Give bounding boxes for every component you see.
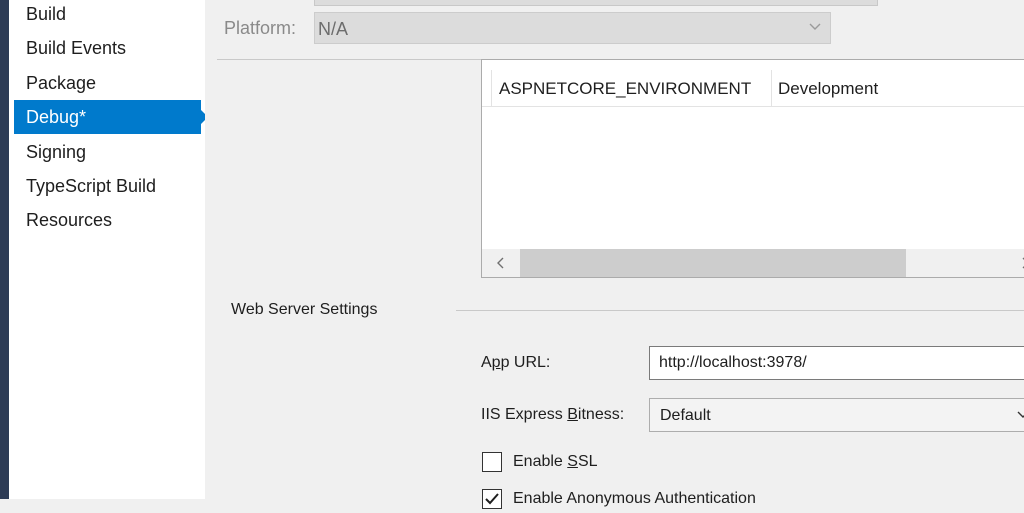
sidebar-item-typescript-build[interactable]: TypeScript Build [14, 169, 201, 203]
property-pages-sidebar: Build Build Events Package Debug* Signin… [9, 0, 208, 499]
platform-label: Platform: [224, 18, 297, 38]
environment-variables-grid: ASPNETCORE_ENVIRONMENT Development [481, 59, 1024, 278]
enable-ssl-checkbox[interactable] [482, 452, 502, 472]
app-url-field[interactable] [649, 346, 1024, 380]
app-url-input[interactable] [650, 347, 1024, 379]
section-divider [456, 310, 1024, 311]
app-url-label: App URL: [481, 354, 551, 371]
horizontal-scrollbar[interactable] [482, 249, 1024, 277]
enable-anonymous-auth-checkbox[interactable] [482, 489, 502, 509]
chevron-down-icon [808, 19, 822, 38]
sidebar-item-build-events[interactable]: Build Events [14, 31, 201, 65]
iis-express-bitness-select[interactable]: Default [649, 398, 1024, 432]
chevron-right-icon[interactable] [1020, 256, 1024, 275]
enable-ssl-label[interactable]: Enable SSL [513, 453, 598, 471]
column-separator [771, 70, 772, 106]
sidebar-item-resources[interactable]: Resources [14, 203, 201, 237]
platform-select: N/A [314, 12, 831, 44]
sidebar-item-signing[interactable]: Signing [14, 135, 201, 169]
checkmark-icon [485, 493, 499, 505]
platform-value: N/A [318, 19, 349, 39]
env-var-name-cell[interactable]: ASPNETCORE_ENVIRONMENT [499, 79, 751, 99]
env-var-value-cell[interactable]: Development [778, 79, 878, 99]
scrollbar-thumb[interactable] [520, 249, 906, 277]
sidebar-item-build[interactable]: Build [14, 0, 201, 31]
window-edge [0, 0, 9, 499]
chevron-left-icon[interactable] [496, 256, 506, 275]
table-row[interactable]: ASPNETCORE_ENVIRONMENT Development [482, 70, 1024, 107]
iis-express-bitness-label: IIS Express Bitness: [481, 406, 625, 423]
enable-anonymous-auth-label[interactable]: Enable Anonymous Authentication [513, 490, 756, 508]
chevron-down-icon[interactable] [1016, 407, 1024, 426]
configuration-select [314, 0, 878, 6]
sidebar-item-debug[interactable]: Debug* [14, 100, 208, 134]
web-server-settings-heading: Web Server Settings [231, 301, 378, 318]
row-header [482, 70, 492, 106]
sidebar-item-package[interactable]: Package [14, 66, 201, 100]
bitness-value: Default [660, 407, 711, 424]
debug-settings-panel: Platform: N/A ASPNETCORE_ENVIRONMENT Dev… [205, 0, 1024, 509]
